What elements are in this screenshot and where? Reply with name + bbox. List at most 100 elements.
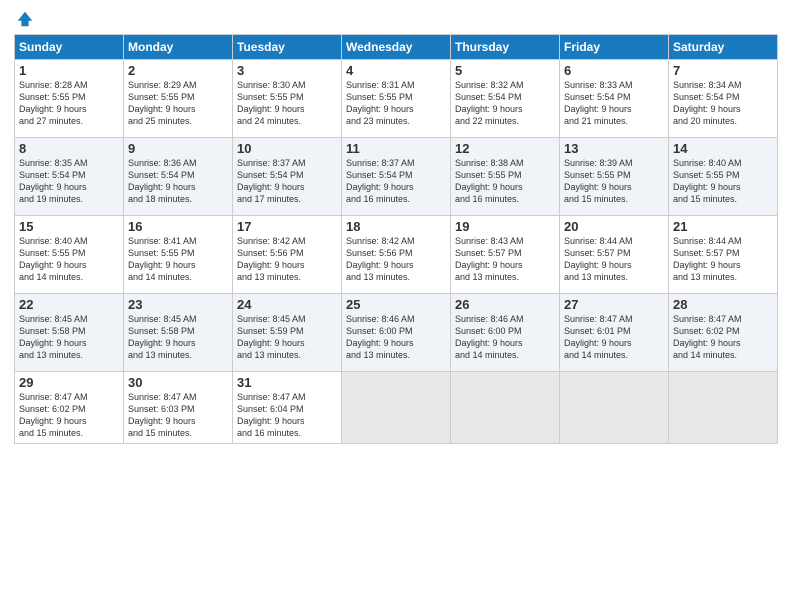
day-number: 29 bbox=[19, 375, 119, 390]
day-info: Sunrise: 8:30 AM Sunset: 5:55 PM Dayligh… bbox=[237, 79, 337, 128]
day-cell: 10Sunrise: 8:37 AM Sunset: 5:54 PM Dayli… bbox=[233, 138, 342, 216]
day-number: 26 bbox=[455, 297, 555, 312]
day-number: 15 bbox=[19, 219, 119, 234]
day-info: Sunrise: 8:43 AM Sunset: 5:57 PM Dayligh… bbox=[455, 235, 555, 284]
day-cell: 1Sunrise: 8:28 AM Sunset: 5:55 PM Daylig… bbox=[15, 60, 124, 138]
day-cell: 27Sunrise: 8:47 AM Sunset: 6:01 PM Dayli… bbox=[560, 294, 669, 372]
header-cell-wednesday: Wednesday bbox=[342, 35, 451, 60]
logo bbox=[14, 10, 34, 28]
day-info: Sunrise: 8:36 AM Sunset: 5:54 PM Dayligh… bbox=[128, 157, 228, 206]
day-info: Sunrise: 8:37 AM Sunset: 5:54 PM Dayligh… bbox=[346, 157, 446, 206]
day-number: 4 bbox=[346, 63, 446, 78]
day-info: Sunrise: 8:33 AM Sunset: 5:54 PM Dayligh… bbox=[564, 79, 664, 128]
day-number: 19 bbox=[455, 219, 555, 234]
day-info: Sunrise: 8:42 AM Sunset: 5:56 PM Dayligh… bbox=[346, 235, 446, 284]
header-cell-friday: Friday bbox=[560, 35, 669, 60]
day-cell: 31Sunrise: 8:47 AM Sunset: 6:04 PM Dayli… bbox=[233, 372, 342, 444]
day-number: 23 bbox=[128, 297, 228, 312]
day-cell: 25Sunrise: 8:46 AM Sunset: 6:00 PM Dayli… bbox=[342, 294, 451, 372]
day-info: Sunrise: 8:38 AM Sunset: 5:55 PM Dayligh… bbox=[455, 157, 555, 206]
day-number: 6 bbox=[564, 63, 664, 78]
day-number: 20 bbox=[564, 219, 664, 234]
day-number: 16 bbox=[128, 219, 228, 234]
day-info: Sunrise: 8:40 AM Sunset: 5:55 PM Dayligh… bbox=[19, 235, 119, 284]
week-row-5: 29Sunrise: 8:47 AM Sunset: 6:02 PM Dayli… bbox=[15, 372, 778, 444]
day-number: 5 bbox=[455, 63, 555, 78]
day-info: Sunrise: 8:45 AM Sunset: 5:58 PM Dayligh… bbox=[19, 313, 119, 362]
day-number: 11 bbox=[346, 141, 446, 156]
day-number: 27 bbox=[564, 297, 664, 312]
day-info: Sunrise: 8:45 AM Sunset: 5:58 PM Dayligh… bbox=[128, 313, 228, 362]
day-cell: 20Sunrise: 8:44 AM Sunset: 5:57 PM Dayli… bbox=[560, 216, 669, 294]
header-cell-tuesday: Tuesday bbox=[233, 35, 342, 60]
day-info: Sunrise: 8:29 AM Sunset: 5:55 PM Dayligh… bbox=[128, 79, 228, 128]
day-cell: 4Sunrise: 8:31 AM Sunset: 5:55 PM Daylig… bbox=[342, 60, 451, 138]
day-cell: 14Sunrise: 8:40 AM Sunset: 5:55 PM Dayli… bbox=[669, 138, 778, 216]
day-info: Sunrise: 8:31 AM Sunset: 5:55 PM Dayligh… bbox=[346, 79, 446, 128]
day-number: 3 bbox=[237, 63, 337, 78]
day-cell bbox=[342, 372, 451, 444]
day-number: 28 bbox=[673, 297, 773, 312]
day-info: Sunrise: 8:39 AM Sunset: 5:55 PM Dayligh… bbox=[564, 157, 664, 206]
day-number: 18 bbox=[346, 219, 446, 234]
week-row-2: 8Sunrise: 8:35 AM Sunset: 5:54 PM Daylig… bbox=[15, 138, 778, 216]
week-row-4: 22Sunrise: 8:45 AM Sunset: 5:58 PM Dayli… bbox=[15, 294, 778, 372]
day-cell: 2Sunrise: 8:29 AM Sunset: 5:55 PM Daylig… bbox=[124, 60, 233, 138]
day-number: 21 bbox=[673, 219, 773, 234]
day-number: 2 bbox=[128, 63, 228, 78]
day-cell: 15Sunrise: 8:40 AM Sunset: 5:55 PM Dayli… bbox=[15, 216, 124, 294]
header-row: SundayMondayTuesdayWednesdayThursdayFrid… bbox=[15, 35, 778, 60]
day-cell: 13Sunrise: 8:39 AM Sunset: 5:55 PM Dayli… bbox=[560, 138, 669, 216]
header-cell-thursday: Thursday bbox=[451, 35, 560, 60]
day-number: 17 bbox=[237, 219, 337, 234]
day-cell: 23Sunrise: 8:45 AM Sunset: 5:58 PM Dayli… bbox=[124, 294, 233, 372]
day-info: Sunrise: 8:34 AM Sunset: 5:54 PM Dayligh… bbox=[673, 79, 773, 128]
week-row-1: 1Sunrise: 8:28 AM Sunset: 5:55 PM Daylig… bbox=[15, 60, 778, 138]
day-info: Sunrise: 8:44 AM Sunset: 5:57 PM Dayligh… bbox=[673, 235, 773, 284]
day-info: Sunrise: 8:46 AM Sunset: 6:00 PM Dayligh… bbox=[346, 313, 446, 362]
day-cell: 16Sunrise: 8:41 AM Sunset: 5:55 PM Dayli… bbox=[124, 216, 233, 294]
day-info: Sunrise: 8:47 AM Sunset: 6:01 PM Dayligh… bbox=[564, 313, 664, 362]
day-number: 10 bbox=[237, 141, 337, 156]
day-cell: 26Sunrise: 8:46 AM Sunset: 6:00 PM Dayli… bbox=[451, 294, 560, 372]
day-cell: 24Sunrise: 8:45 AM Sunset: 5:59 PM Dayli… bbox=[233, 294, 342, 372]
day-cell: 17Sunrise: 8:42 AM Sunset: 5:56 PM Dayli… bbox=[233, 216, 342, 294]
day-cell: 22Sunrise: 8:45 AM Sunset: 5:58 PM Dayli… bbox=[15, 294, 124, 372]
calendar-table: SundayMondayTuesdayWednesdayThursdayFrid… bbox=[14, 34, 778, 444]
day-cell: 6Sunrise: 8:33 AM Sunset: 5:54 PM Daylig… bbox=[560, 60, 669, 138]
day-cell: 21Sunrise: 8:44 AM Sunset: 5:57 PM Dayli… bbox=[669, 216, 778, 294]
page: SundayMondayTuesdayWednesdayThursdayFrid… bbox=[0, 0, 792, 612]
day-info: Sunrise: 8:47 AM Sunset: 6:02 PM Dayligh… bbox=[19, 391, 119, 440]
day-info: Sunrise: 8:47 AM Sunset: 6:03 PM Dayligh… bbox=[128, 391, 228, 440]
day-info: Sunrise: 8:40 AM Sunset: 5:55 PM Dayligh… bbox=[673, 157, 773, 206]
day-cell bbox=[451, 372, 560, 444]
day-number: 13 bbox=[564, 141, 664, 156]
day-cell: 29Sunrise: 8:47 AM Sunset: 6:02 PM Dayli… bbox=[15, 372, 124, 444]
day-cell: 7Sunrise: 8:34 AM Sunset: 5:54 PM Daylig… bbox=[669, 60, 778, 138]
day-number: 9 bbox=[128, 141, 228, 156]
day-cell: 3Sunrise: 8:30 AM Sunset: 5:55 PM Daylig… bbox=[233, 60, 342, 138]
day-number: 30 bbox=[128, 375, 228, 390]
day-info: Sunrise: 8:47 AM Sunset: 6:02 PM Dayligh… bbox=[673, 313, 773, 362]
day-cell bbox=[669, 372, 778, 444]
header-cell-sunday: Sunday bbox=[15, 35, 124, 60]
day-info: Sunrise: 8:32 AM Sunset: 5:54 PM Dayligh… bbox=[455, 79, 555, 128]
day-cell: 5Sunrise: 8:32 AM Sunset: 5:54 PM Daylig… bbox=[451, 60, 560, 138]
day-cell: 28Sunrise: 8:47 AM Sunset: 6:02 PM Dayli… bbox=[669, 294, 778, 372]
day-cell: 30Sunrise: 8:47 AM Sunset: 6:03 PM Dayli… bbox=[124, 372, 233, 444]
day-number: 31 bbox=[237, 375, 337, 390]
day-info: Sunrise: 8:44 AM Sunset: 5:57 PM Dayligh… bbox=[564, 235, 664, 284]
day-cell: 8Sunrise: 8:35 AM Sunset: 5:54 PM Daylig… bbox=[15, 138, 124, 216]
day-cell: 11Sunrise: 8:37 AM Sunset: 5:54 PM Dayli… bbox=[342, 138, 451, 216]
day-info: Sunrise: 8:37 AM Sunset: 5:54 PM Dayligh… bbox=[237, 157, 337, 206]
day-number: 1 bbox=[19, 63, 119, 78]
day-cell bbox=[560, 372, 669, 444]
day-info: Sunrise: 8:28 AM Sunset: 5:55 PM Dayligh… bbox=[19, 79, 119, 128]
day-info: Sunrise: 8:35 AM Sunset: 5:54 PM Dayligh… bbox=[19, 157, 119, 206]
day-cell: 19Sunrise: 8:43 AM Sunset: 5:57 PM Dayli… bbox=[451, 216, 560, 294]
day-number: 8 bbox=[19, 141, 119, 156]
day-number: 14 bbox=[673, 141, 773, 156]
logo-icon bbox=[16, 10, 34, 28]
day-number: 22 bbox=[19, 297, 119, 312]
day-info: Sunrise: 8:45 AM Sunset: 5:59 PM Dayligh… bbox=[237, 313, 337, 362]
